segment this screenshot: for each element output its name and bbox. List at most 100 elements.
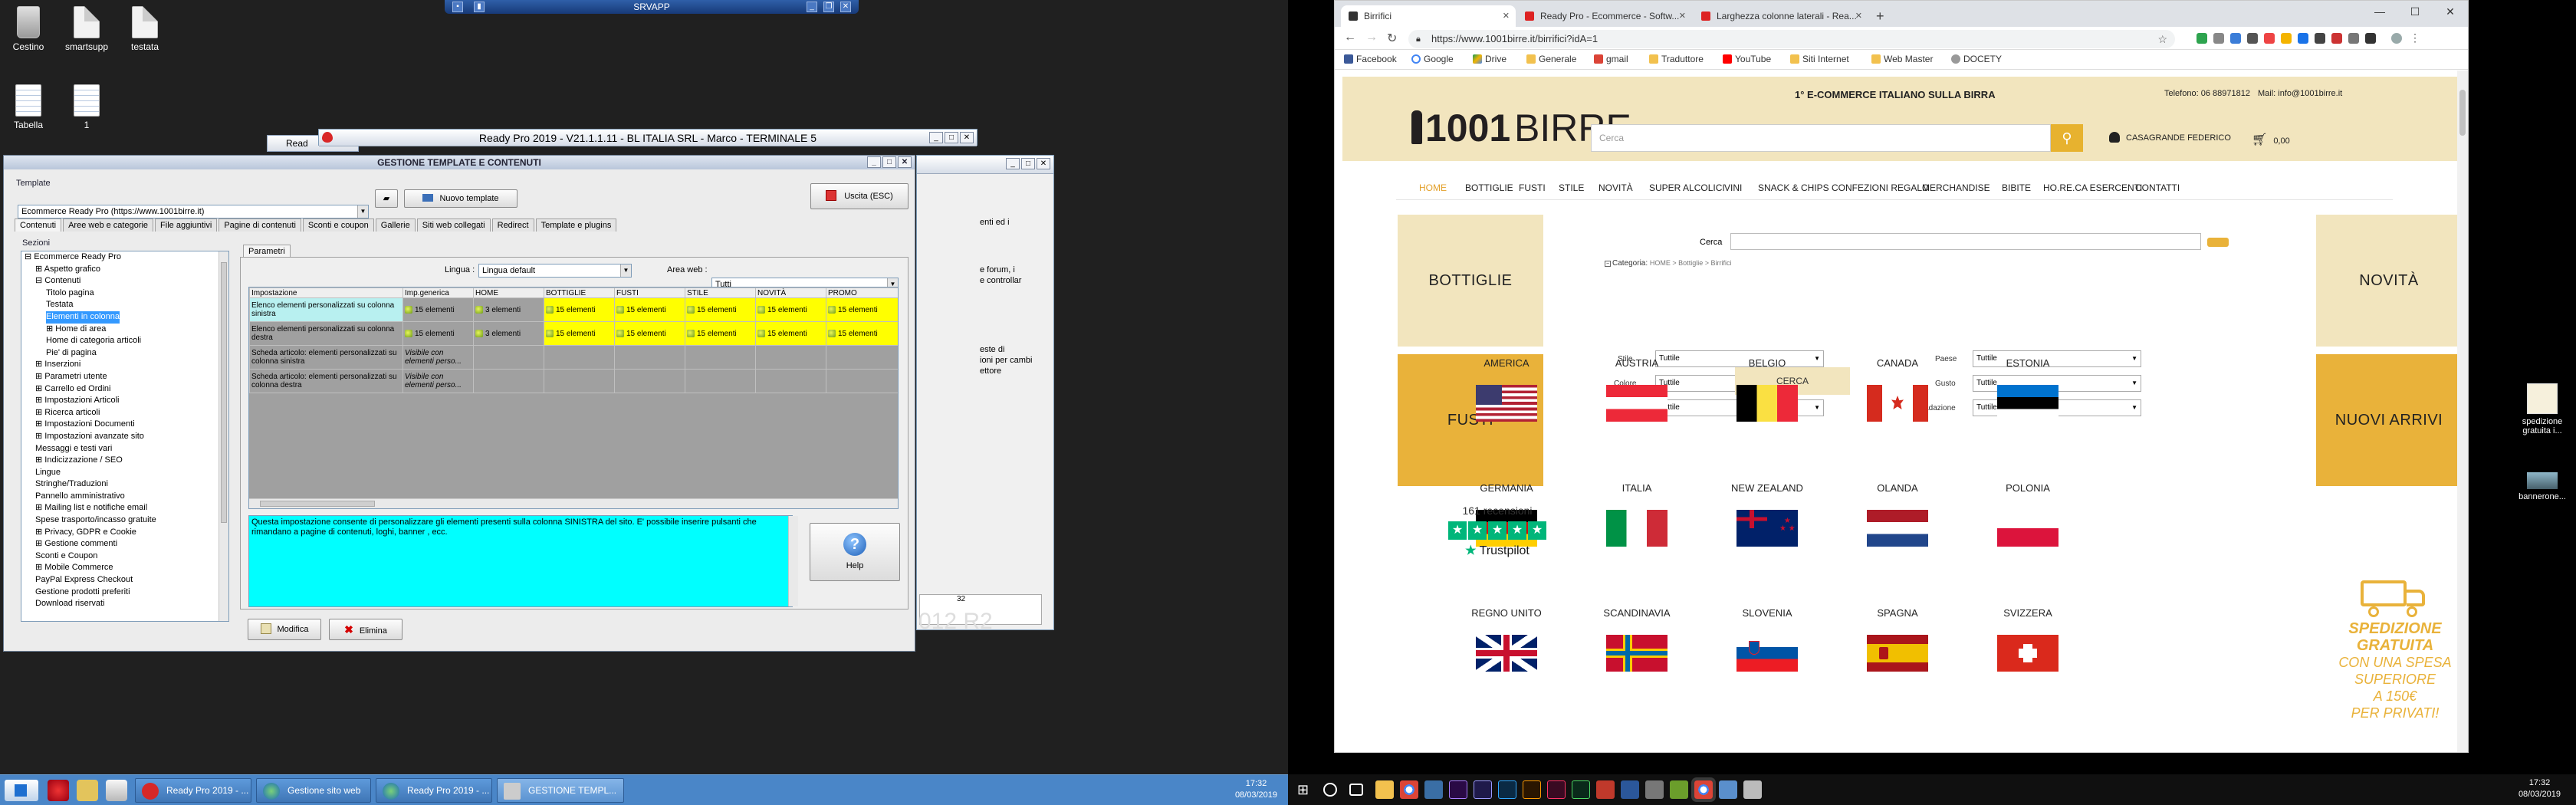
country-link[interactable]: SVIZZERA: [1982, 607, 2074, 672]
tree-item[interactable]: Download riservati: [21, 598, 228, 610]
chrome-tab-birrifici[interactable]: Birrifici ✕: [1341, 5, 1516, 27]
bookmark-drive[interactable]: Drive: [1473, 54, 1506, 64]
new-template-button[interactable]: Nuovo template: [404, 189, 518, 208]
chrome-active-icon[interactable]: [1691, 777, 1716, 802]
country-link[interactable]: AMERICA: [1460, 357, 1552, 422]
nav-item[interactable]: SNACK & CHIPS: [1758, 182, 1829, 193]
star-icon[interactable]: ☆: [2157, 30, 2167, 48]
grid-cell[interactable]: [685, 369, 756, 393]
tree-item[interactable]: ⊞ Parametri utente: [21, 371, 228, 383]
grid-cell[interactable]: [544, 345, 615, 370]
tab-siti-collegati[interactable]: Siti web collegati: [416, 219, 491, 232]
grid-cell[interactable]: 15 elementi: [826, 321, 898, 346]
side-box-nuovi-arrivi[interactable]: NUOVI ARRIVI: [2316, 354, 2462, 486]
start-button[interactable]: [5, 780, 38, 801]
tree-item[interactable]: Sconti e Coupon: [21, 550, 228, 563]
extension-icon[interactable]: [2230, 33, 2241, 44]
folder-button[interactable]: ▰: [375, 189, 398, 208]
grid-cell[interactable]: 15 elementi: [685, 297, 756, 322]
tree-item[interactable]: ⊞ Mailing list e notifiche email: [21, 502, 228, 514]
grid-cell[interactable]: [614, 345, 685, 370]
tree-item[interactable]: ⊞ Mobile Commerce: [21, 562, 228, 574]
tab-close-icon[interactable]: ✕: [1503, 5, 1510, 27]
grid-cell[interactable]: [473, 369, 544, 393]
extension-icon[interactable]: [2298, 33, 2308, 44]
extension-icon[interactable]: [2348, 33, 2359, 44]
tree-item[interactable]: ⊞ Privacy, GDPR e Cookie: [21, 527, 228, 539]
ready-pro-main-window[interactable]: Ready Pro 2019 - V21.1.1.11 - BL ITALIA …: [318, 129, 978, 146]
maximize-icon[interactable]: □: [945, 132, 958, 143]
side-box-bottiglie[interactable]: BOTTIGLIE: [1398, 215, 1543, 347]
catalog-search-button[interactable]: [2207, 238, 2229, 247]
grid-cell[interactable]: [755, 345, 826, 370]
country-link[interactable]: SCANDINAVIA: [1591, 607, 1683, 672]
extension-icon[interactable]: [2264, 33, 2275, 44]
gestione-titlebar[interactable]: GESTIONE TEMPLATE E CONTENUTI _ □ ✕: [4, 156, 915, 169]
country-link[interactable]: ESTONIA: [1982, 357, 2074, 422]
pin-icon[interactable]: ▪: [452, 2, 463, 12]
country-link[interactable]: OLANDA: [1852, 482, 1944, 547]
tree-item[interactable]: ⊞ Ricerca articoli: [21, 407, 228, 419]
nav-item[interactable]: CONTATTI: [2135, 182, 2180, 193]
nav-item[interactable]: CONFEZIONI REGALO: [1832, 182, 1929, 193]
tab-close-icon[interactable]: ✕: [1855, 5, 1862, 27]
tree-item[interactable]: ⊟ Ecommerce Ready Pro: [21, 251, 228, 264]
grid-cell[interactable]: 15 elementi: [755, 321, 826, 346]
restore-icon[interactable]: ❐: [823, 2, 834, 12]
tab-redirect[interactable]: Redirect: [491, 219, 534, 232]
minimize-icon[interactable]: _: [867, 156, 881, 168]
maximize-icon[interactable]: ☐: [2397, 5, 2433, 18]
country-link[interactable]: POLONIA: [1982, 482, 2074, 547]
grid-cell[interactable]: [473, 345, 544, 370]
close-icon[interactable]: ✕: [1037, 158, 1050, 169]
menu-dots-icon[interactable]: ⋮: [2410, 31, 2420, 44]
country-link[interactable]: SPAGNA: [1852, 607, 1944, 672]
collapse-icon[interactable]: −: [1605, 261, 1611, 267]
chrome-tab-ready-pro[interactable]: Ready Pro - Ecommerce - Softw... ✕: [1517, 5, 1692, 27]
grid-cell[interactable]: 3 elementi: [473, 297, 544, 322]
nav-item[interactable]: VINI: [1724, 182, 1742, 193]
grid-cell[interactable]: 15 elementi: [826, 297, 898, 322]
ready-pro-quick-icon[interactable]: [48, 780, 69, 801]
grid-cell[interactable]: 15 elementi: [685, 321, 756, 346]
tree-item[interactable]: ⊞ Aspetto grafico: [21, 264, 228, 276]
shipping-promo[interactable]: SPEDIZIONE GRATUITA CON UNA SPESA SUPERI…: [2334, 573, 2456, 721]
modify-button[interactable]: Modifica: [248, 619, 321, 640]
grid-hscrollbar[interactable]: [249, 498, 898, 508]
page-scroll-thumb[interactable]: [2459, 90, 2466, 136]
reload-icon[interactable]: ↻: [1387, 31, 1397, 46]
bookmark-web-master[interactable]: Web Master: [1871, 54, 1933, 64]
bookmark-facebook[interactable]: Facebook: [1344, 54, 1397, 64]
illustrator-icon[interactable]: [1523, 780, 1541, 799]
right-clock[interactable]: 17:32 08/03/2019: [2518, 777, 2561, 800]
desktop-icon-tabella[interactable]: Tabella: [2, 84, 55, 130]
tree-item[interactable]: ⊞ Carrello ed Ordini: [21, 383, 228, 396]
close-icon[interactable]: ✕: [2433, 5, 2468, 18]
tree-item[interactable]: Stringhe/Traduzioni: [21, 478, 228, 491]
tab-pagine-contenuti[interactable]: Pagine di contenuti: [219, 219, 301, 232]
extension-icon[interactable]: [2331, 33, 2342, 44]
task-view-icon[interactable]: [1349, 784, 1363, 796]
tree-item[interactable]: Elementi in colonna: [46, 310, 120, 324]
tree-item[interactable]: Pie' di pagina: [21, 347, 228, 360]
tab-contenuti[interactable]: Contenuti: [15, 219, 62, 232]
taskbar-item-gestione-sito[interactable]: Gestione sito web: [256, 778, 371, 803]
table-row[interactable]: Elenco elementi personalizzati su colonn…: [249, 321, 898, 346]
bookmark-generale[interactable]: Generale: [1526, 54, 1576, 64]
extension-icon[interactable]: [2247, 33, 2258, 44]
desktop-icon-bannerone[interactable]: bannerone...: [2512, 472, 2573, 501]
chrome-tab-larghezza[interactable]: Larghezza colonne laterali - Rea... ✕: [1694, 5, 1868, 27]
cortana-icon[interactable]: [1323, 783, 1337, 797]
site-logo-number[interactable]: 1001: [1425, 106, 1510, 150]
app-icon[interactable]: [1670, 780, 1688, 799]
grid-cell[interactable]: 3 elementi: [473, 321, 544, 346]
background-window-titlebar[interactable]: _ □ ✕: [917, 156, 1053, 174]
country-link[interactable]: REGNO UNITO: [1460, 607, 1552, 672]
photoshop-icon[interactable]: [1498, 780, 1516, 799]
grid-cell[interactable]: [826, 369, 898, 393]
extension-icon[interactable]: [2213, 33, 2224, 44]
tree-item[interactable]: ⊞ Impostazioni Documenti: [21, 419, 228, 431]
app-icon[interactable]: [1424, 780, 1443, 799]
nav-item[interactable]: NOVITÀ: [1598, 182, 1633, 193]
nav-item[interactable]: SUPER ALCOLICI: [1649, 182, 1725, 193]
